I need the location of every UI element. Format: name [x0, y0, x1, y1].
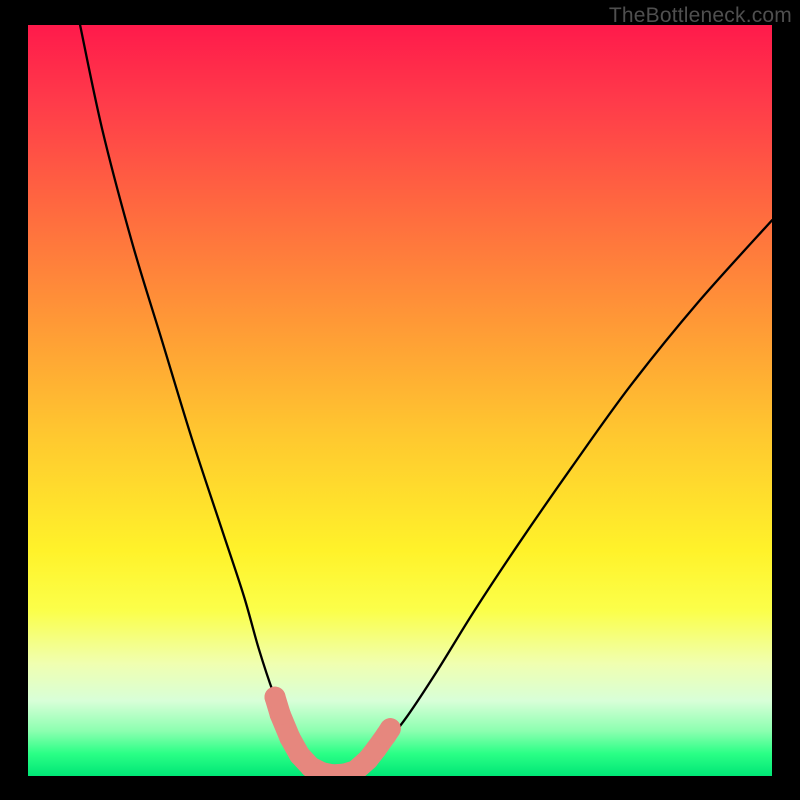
- chart-frame: TheBottleneck.com: [0, 0, 800, 800]
- chart-plot-area: [28, 25, 772, 776]
- attribution-text: TheBottleneck.com: [609, 4, 792, 28]
- highlight-dot: [380, 718, 401, 739]
- highlight-dot: [270, 704, 291, 725]
- curve-group: [80, 25, 772, 776]
- chart-svg: [28, 25, 772, 776]
- marker-group: [265, 687, 401, 776]
- bottleneck-curve: [80, 25, 772, 776]
